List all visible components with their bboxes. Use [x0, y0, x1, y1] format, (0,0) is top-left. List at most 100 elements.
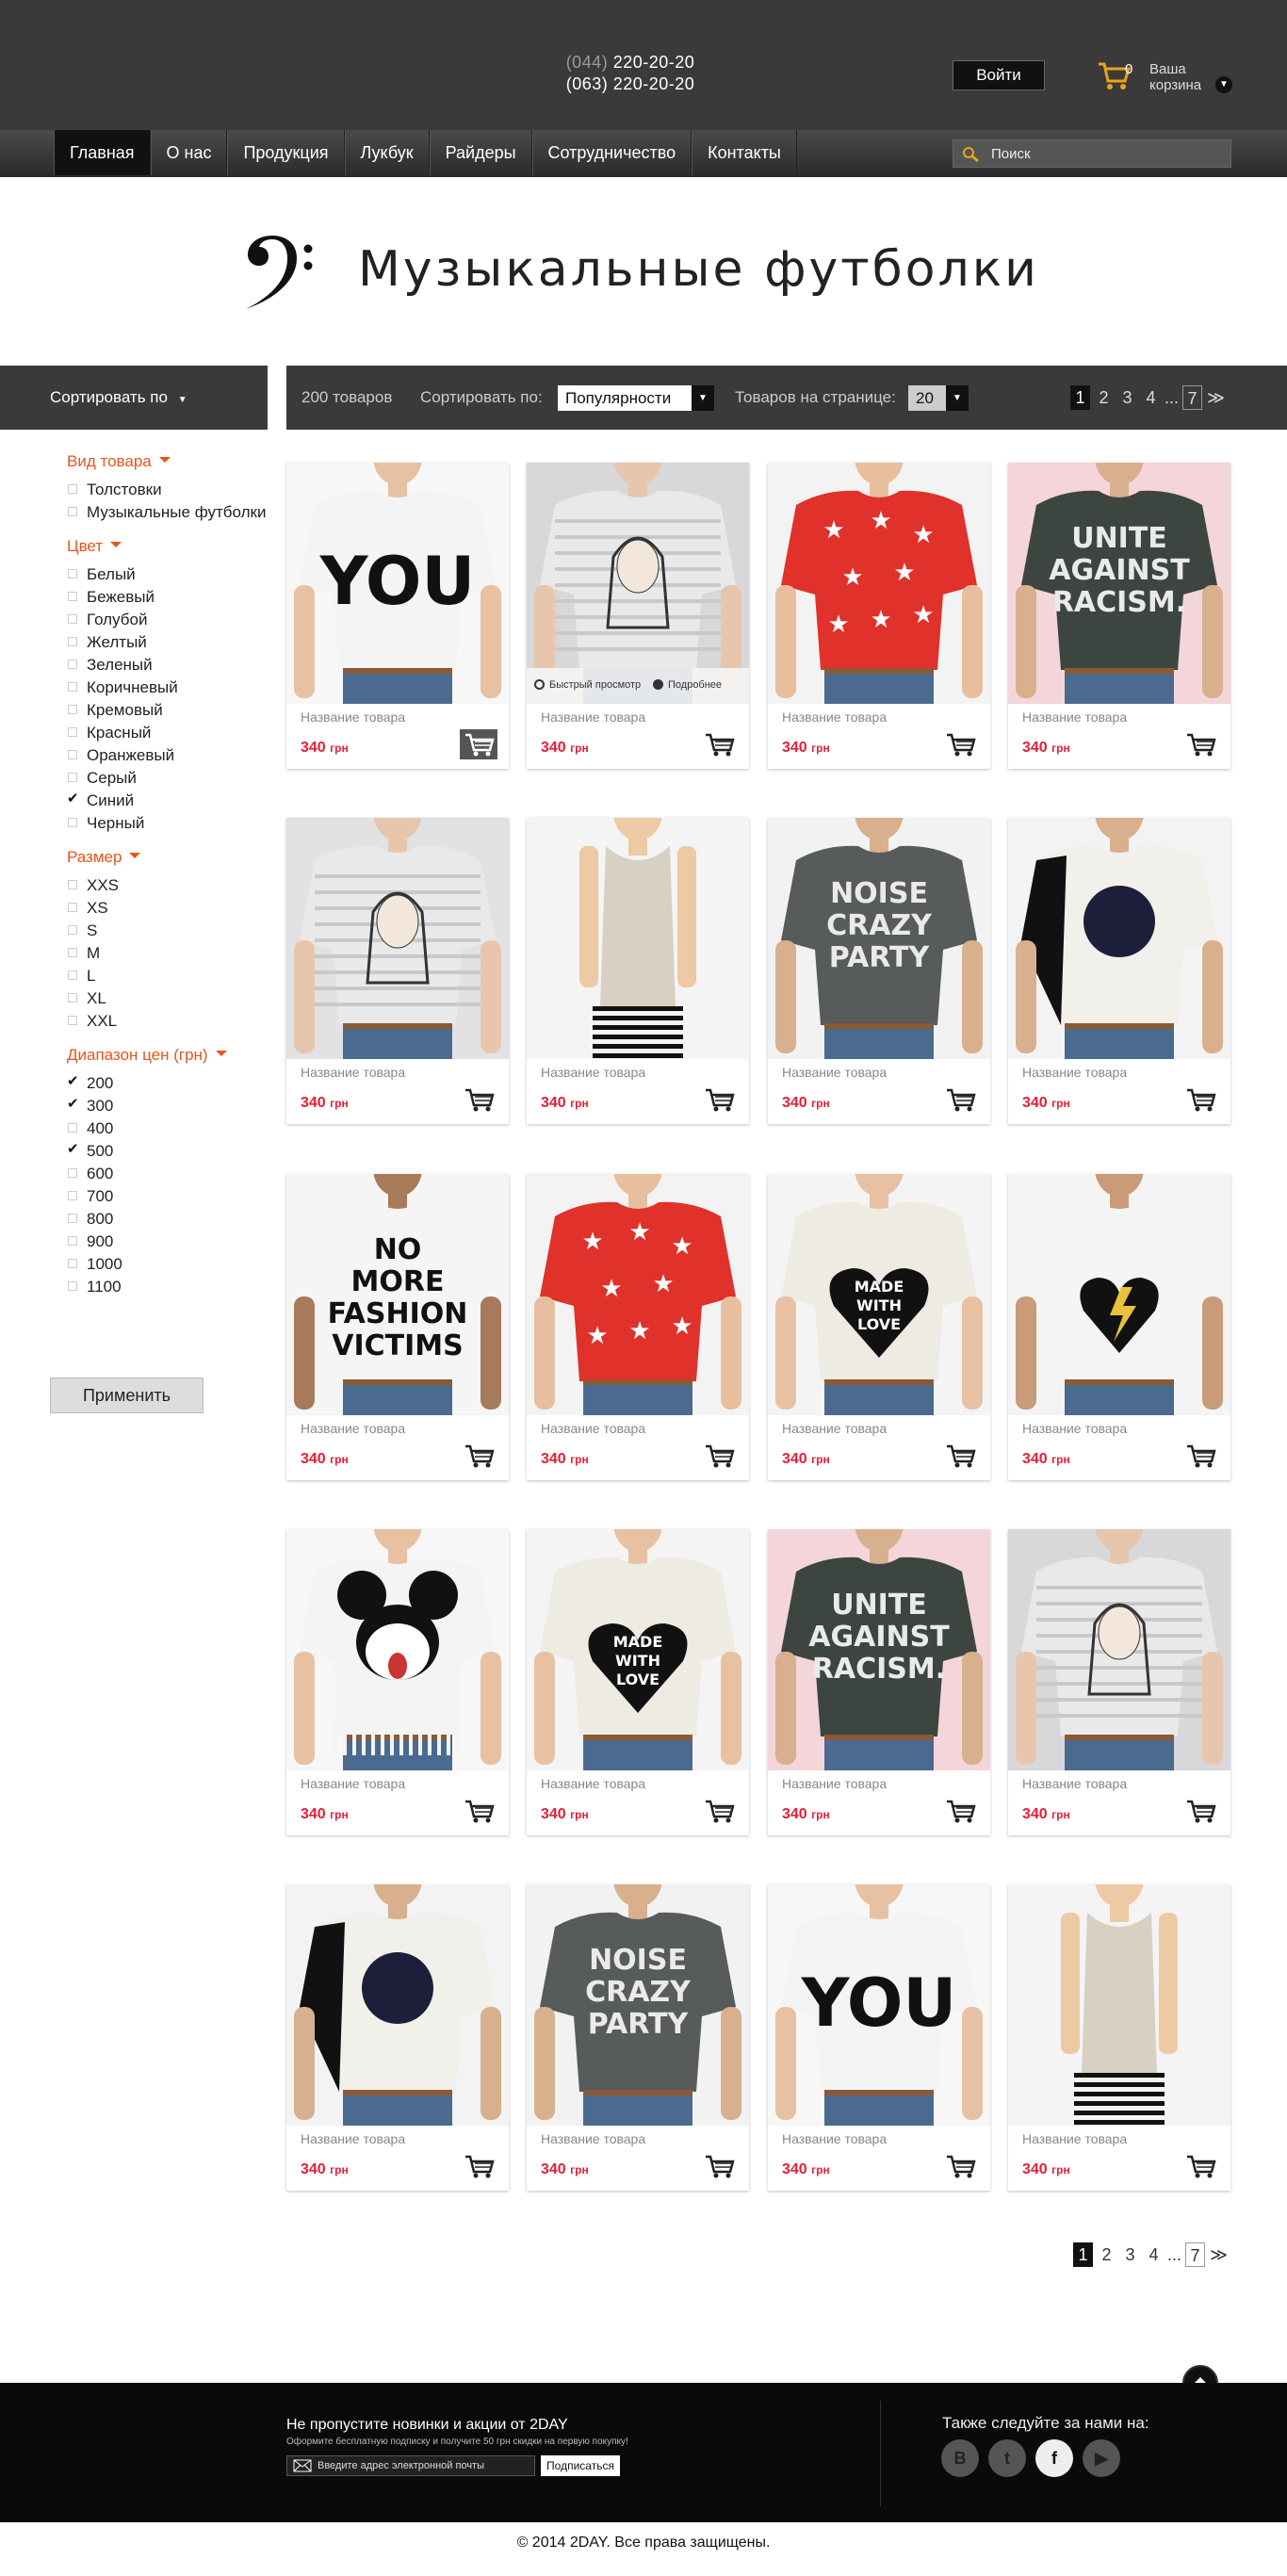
product-image[interactable]: NOISE CRAZY PARTY: [768, 818, 990, 1059]
product-name[interactable]: Название товара: [782, 709, 887, 725]
product-image[interactable]: UNITE AGAINST RACISM.: [768, 1529, 990, 1770]
page-link[interactable]: 1: [1073, 2242, 1093, 2267]
filter-option[interactable]: Музыкальные футболки: [67, 501, 274, 524]
filter-option[interactable]: 800: [67, 1208, 274, 1231]
product-name[interactable]: Название товара: [1022, 2131, 1127, 2146]
add-to-cart-icon[interactable]: [460, 729, 497, 759]
details-link[interactable]: Подробнее: [668, 679, 722, 691]
product-image[interactable]: YOU: [286, 463, 509, 704]
product-card[interactable]: MADE WITH LOVE Название товара 340 грн: [768, 1174, 990, 1480]
filter-option[interactable]: XL: [67, 987, 274, 1010]
product-image[interactable]: [1008, 1884, 1230, 2126]
filter-option[interactable]: XXS: [67, 874, 274, 897]
nav-item[interactable]: Райдеры: [429, 130, 532, 175]
product-card[interactable]: YOU Название товара 340 грн: [286, 463, 509, 769]
product-image[interactable]: ★ ★ ★ ★ ★ ★ ★ ★: [768, 463, 990, 704]
product-name[interactable]: Название товара: [541, 1065, 645, 1080]
product-card[interactable]: Название товара 340 грн: [1008, 818, 1230, 1124]
filter-option[interactable]: Оранжевый: [67, 744, 274, 767]
product-image[interactable]: ★ ★ ★ ★ ★ ★ ★ ★: [527, 1174, 749, 1415]
page-link[interactable]: 4: [1144, 2242, 1164, 2267]
filter-heading[interactable]: Цвет: [67, 537, 274, 556]
filter-option[interactable]: 1100: [67, 1276, 274, 1298]
add-to-cart-icon[interactable]: [1181, 729, 1219, 759]
add-to-cart-icon[interactable]: [460, 1084, 497, 1115]
product-image[interactable]: NO MORE FASHION VICTIMS: [286, 1174, 509, 1415]
product-image[interactable]: [286, 1884, 509, 2126]
add-to-cart-icon[interactable]: [460, 1796, 497, 1826]
filter-option[interactable]: S: [67, 920, 274, 942]
checkbox[interactable]: [68, 1168, 77, 1178]
product-image[interactable]: [1008, 818, 1230, 1059]
filter-option[interactable]: 300: [67, 1093, 274, 1117]
sort-select[interactable]: Популярности ▼: [558, 385, 714, 411]
add-to-cart-icon[interactable]: [1181, 1084, 1219, 1115]
filter-option[interactable]: 500: [67, 1138, 274, 1163]
filter-option[interactable]: Толстовки: [67, 479, 274, 501]
product-card[interactable]: NO MORE FASHION VICTIMS Название товара 340 г…: [286, 1174, 509, 1480]
product-card[interactable]: MADE WITH LOVE Название товара 340 грн: [527, 1529, 749, 1835]
nav-item[interactable]: О нас: [150, 130, 228, 175]
add-to-cart-icon[interactable]: [941, 729, 979, 759]
chevron-down-icon[interactable]: ▼: [1215, 76, 1232, 93]
product-image[interactable]: [1008, 1529, 1230, 1770]
add-to-cart-icon[interactable]: [941, 1796, 979, 1826]
product-name[interactable]: Название товара: [541, 1421, 645, 1436]
product-card[interactable]: Название товара 340 грн: [1008, 1529, 1230, 1835]
product-card[interactable]: Название товара 340 грн: [1008, 1174, 1230, 1480]
checkbox[interactable]: [68, 682, 77, 692]
filter-option[interactable]: Зеленый: [67, 654, 274, 677]
filter-option[interactable]: Синий: [67, 788, 274, 812]
checkbox[interactable]: [68, 948, 77, 957]
checkbox[interactable]: [68, 614, 77, 624]
checkbox[interactable]: [68, 484, 77, 494]
add-to-cart-icon[interactable]: [700, 729, 738, 759]
product-image[interactable]: MADE WITH LOVE: [768, 1174, 990, 1415]
product-name[interactable]: Название товара: [1022, 709, 1127, 725]
filter-option[interactable]: Белый: [67, 563, 274, 586]
checkbox[interactable]: [68, 970, 77, 980]
add-to-cart-icon[interactable]: [941, 1084, 979, 1115]
filter-option[interactable]: M: [67, 942, 274, 965]
search-input[interactable]: [991, 140, 1227, 167]
checkbox[interactable]: [68, 818, 77, 827]
page-link[interactable]: 2: [1094, 385, 1114, 410]
add-to-cart-icon[interactable]: [941, 1441, 979, 1471]
checkbox[interactable]: [68, 1259, 77, 1268]
product-name[interactable]: Название товара: [782, 2131, 887, 2146]
product-name[interactable]: Название товара: [1022, 1065, 1127, 1080]
add-to-cart-icon[interactable]: [700, 1441, 738, 1471]
filter-option[interactable]: Желтый: [67, 631, 274, 654]
product-name[interactable]: Название товара: [782, 1421, 887, 1436]
filter-option[interactable]: 1000: [67, 1253, 274, 1276]
login-button[interactable]: Войти: [953, 60, 1045, 90]
product-name[interactable]: Название товара: [782, 1065, 887, 1080]
page-link-last[interactable]: 7: [1185, 2242, 1206, 2267]
nav-item[interactable]: Лукбук: [344, 130, 430, 175]
next-page-icon[interactable]: ≫: [1206, 385, 1226, 410]
checkbox[interactable]: [68, 993, 77, 1003]
add-to-cart-icon[interactable]: [700, 1796, 738, 1826]
filter-option[interactable]: XXL: [67, 1010, 274, 1033]
nav-item[interactable]: Сотрудничество: [531, 130, 692, 175]
checkbox[interactable]: [68, 1123, 77, 1133]
quick-view-link[interactable]: Быстрый просмотр: [549, 679, 641, 691]
email-field-box[interactable]: [286, 2455, 535, 2476]
product-name[interactable]: Название товара: [301, 1776, 405, 1791]
product-card[interactable]: NOISE CRAZY PARTY Название товара 340 грн: [768, 818, 990, 1124]
nav-item[interactable]: Продукция: [227, 130, 345, 175]
product-card[interactable]: Название товара 340 грн: [286, 1884, 509, 2191]
product-image[interactable]: NOISE CRAZY PARTY: [527, 1884, 749, 2126]
checkbox[interactable]: [68, 1281, 77, 1291]
product-card[interactable]: ★ ★ ★ ★ ★ ★ ★ ★ Название товара 340 грн: [527, 1174, 749, 1480]
filter-option[interactable]: L: [67, 965, 274, 987]
product-name[interactable]: Название товара: [1022, 1421, 1127, 1436]
product-card[interactable]: Быстрый просмотр Подробнее Название товара…: [527, 463, 749, 769]
product-name[interactable]: Название товара: [301, 1065, 405, 1080]
twitter-icon[interactable]: t: [988, 2439, 1026, 2477]
product-name[interactable]: Название товара: [301, 709, 405, 725]
filter-option[interactable]: Голубой: [67, 609, 274, 631]
checkbox[interactable]: [68, 880, 77, 889]
add-to-cart-icon[interactable]: [460, 1441, 497, 1471]
product-name[interactable]: Название товара: [541, 1776, 645, 1791]
